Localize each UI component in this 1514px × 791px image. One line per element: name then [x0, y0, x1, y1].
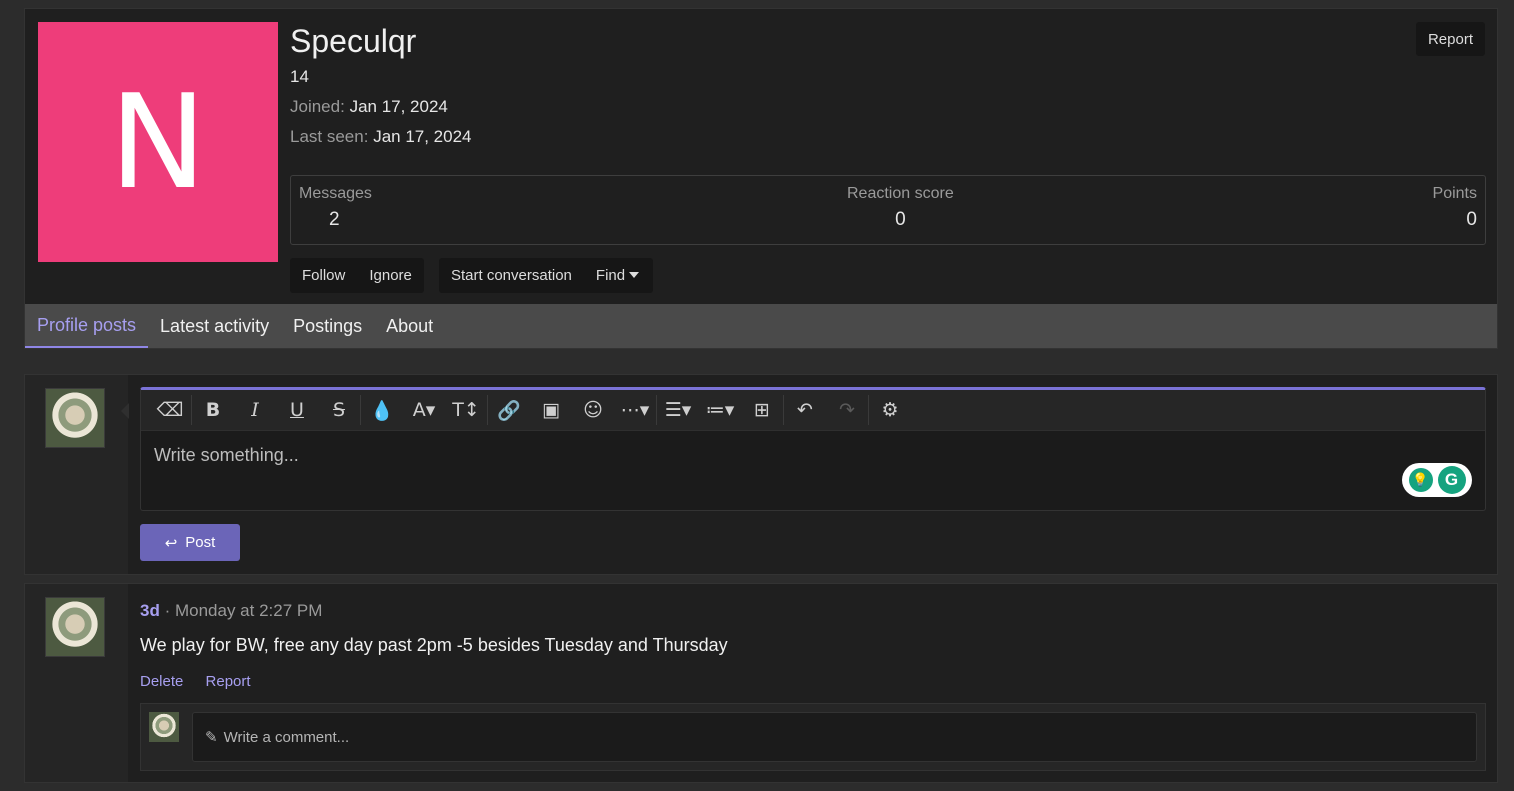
strikethrough-icon[interactable]: S — [318, 390, 360, 431]
points-value[interactable]: 0 — [1433, 209, 1477, 231]
joined-value: Jan 17, 2024 — [349, 97, 448, 116]
user-title: 14 — [290, 67, 309, 86]
post-body: We play for BW, free any day past 2pm -5… — [140, 635, 728, 655]
editor-toolbar: ⌫ B I U S 💧 A▾ T↕ 🔗 ▣ ☺ ⋯▾ ☰▾ ≔▾ ⊞ ↶ ↷ ⚙ — [141, 390, 1485, 431]
redo-icon: ↷ — [839, 399, 855, 421]
profile-header: N Speculqr 14 Joined: Jan 17, 2024 Last … — [24, 8, 1498, 349]
list-icon[interactable]: ≔▾ — [699, 390, 741, 431]
font-family-icon[interactable]: A▾ — [403, 390, 445, 431]
last-seen-value: Jan 17, 2024 — [373, 127, 472, 146]
joined-label: Joined: — [290, 97, 345, 116]
points-label: Points — [1432, 185, 1477, 202]
profile-avatar[interactable]: N — [38, 22, 278, 262]
tab-latest-activity[interactable]: Latest activity — [148, 304, 281, 348]
report-post-link[interactable]: Report — [206, 673, 251, 690]
editor-input[interactable]: Write something... — [141, 431, 1485, 480]
find-label: Find — [595, 267, 626, 284]
stat-reaction-score: Reaction score 0 — [847, 185, 954, 231]
tab-about[interactable]: About — [374, 304, 445, 348]
pencil-icon: ✎ — [205, 729, 218, 746]
delete-post-link[interactable]: Delete — [140, 673, 183, 690]
rich-text-editor: ⌫ B I U S 💧 A▾ T↕ 🔗 ▣ ☺ ⋯▾ ☰▾ ≔▾ ⊞ ↶ ↷ ⚙… — [140, 387, 1486, 511]
report-profile-button[interactable]: Report — [1415, 22, 1485, 56]
last-seen-row: Last seen: Jan 17, 2024 — [290, 127, 472, 147]
profile-post-item: 3d · Monday at 2:27 PM We play for BW, f… — [24, 583, 1498, 783]
emoji-icon[interactable]: ☺ — [572, 390, 614, 431]
post-author-link[interactable]: 3d — [140, 601, 160, 620]
follow-button[interactable]: Follow — [290, 267, 357, 284]
image-icon[interactable]: ▣ — [530, 390, 572, 431]
speech-pointer — [121, 403, 129, 419]
joined-row: Joined: Jan 17, 2024 — [290, 97, 448, 117]
find-dropdown[interactable]: Find — [584, 267, 653, 284]
lightbulb-icon[interactable]: 💡 — [1408, 468, 1433, 492]
underline-icon[interactable]: U — [276, 390, 318, 431]
tab-profile-posts[interactable]: Profile posts — [25, 304, 149, 348]
align-icon[interactable]: ☰▾ — [657, 390, 699, 431]
tab-postings[interactable]: Postings — [281, 304, 374, 348]
chevron-down-icon — [629, 272, 640, 278]
bold-icon[interactable]: B — [192, 390, 234, 431]
post-button[interactable]: ↩ Post — [140, 524, 240, 561]
follow-ignore-group: Follow Ignore — [290, 258, 424, 293]
ignore-button[interactable]: Ignore — [357, 267, 424, 284]
reaction-value[interactable]: 0 — [847, 209, 954, 231]
reaction-label: Reaction score — [847, 185, 954, 202]
post-author-avatar[interactable] — [45, 597, 105, 657]
commenter-avatar — [149, 712, 179, 742]
post-timestamp[interactable]: Monday at 2:27 PM — [175, 601, 322, 620]
reply-icon: ↩ — [164, 534, 178, 552]
italic-icon[interactable]: I — [234, 390, 276, 431]
meta-separator: · — [164, 601, 175, 620]
stat-messages: Messages 2 — [299, 185, 372, 231]
stat-points: Points 0 — [1433, 185, 1477, 231]
new-profile-post: ⌫ B I U S 💧 A▾ T↕ 🔗 ▣ ☺ ⋯▾ ☰▾ ≔▾ ⊞ ↶ ↷ ⚙… — [24, 374, 1498, 575]
profile-tabs: Profile posts Latest activity Postings A… — [25, 304, 1497, 348]
stats-box: Messages 2 Reaction score 0 Points 0 — [290, 175, 1486, 245]
last-seen-label: Last seen: — [290, 127, 369, 146]
post-button-label: Post — [185, 534, 216, 551]
text-color-icon[interactable]: 💧 — [361, 390, 403, 431]
grammarly-logo-icon[interactable]: G — [1437, 466, 1466, 494]
post-meta: 3d · Monday at 2:27 PM — [140, 601, 322, 621]
profile-username: Speculqr — [290, 23, 417, 59]
messages-value[interactable]: 2 — [329, 209, 372, 231]
comment-input[interactable]: ✎ Write a comment... — [192, 712, 1477, 762]
link-icon[interactable]: 🔗 — [488, 390, 530, 431]
grammarly-widget[interactable]: 💡 G — [1402, 463, 1472, 497]
current-user-avatar[interactable] — [45, 388, 105, 448]
eraser-icon[interactable]: ⌫ — [149, 390, 191, 431]
comment-placeholder: Write a comment... — [223, 728, 350, 746]
comment-box: ✎ Write a comment... — [140, 703, 1486, 771]
post-actions: Delete Report — [140, 673, 269, 690]
avatar-letter: N — [109, 66, 207, 218]
messages-label: Messages — [299, 185, 372, 202]
table-icon[interactable]: ⊞ — [741, 390, 783, 431]
settings-icon[interactable]: ⚙ — [869, 390, 911, 431]
undo-icon[interactable]: ↶ — [784, 390, 826, 431]
start-conversation-button[interactable]: Start conversation — [439, 267, 584, 284]
font-size-icon[interactable]: T↕ — [445, 390, 487, 431]
conversation-find-group: Start conversation Find — [439, 258, 654, 293]
more-icon[interactable]: ⋯▾ — [614, 390, 656, 431]
